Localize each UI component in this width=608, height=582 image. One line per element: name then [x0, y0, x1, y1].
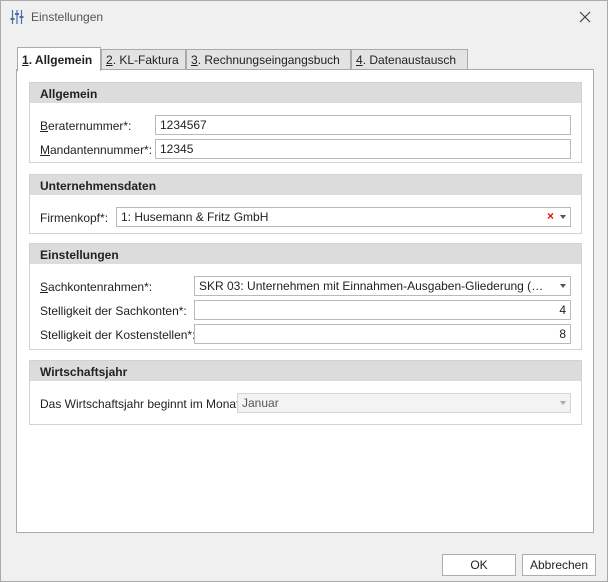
sachkontenrahmen-select[interactable]: SKR 03: Unternehmen mit Einnahmen-Ausgab… [194, 276, 571, 296]
wirtschaftsjahr-select: Januar [237, 393, 571, 413]
stellig-sach-label: Stelligkeit der Sachkonten*: [40, 304, 187, 318]
sliders-icon [10, 10, 24, 24]
mandant-label: Mandantennummer*: [40, 143, 153, 157]
firmenkopf-label: Firmenkopf*: [40, 211, 109, 225]
close-button[interactable] [573, 7, 597, 27]
group-einstellungen: Einstellungen Sachkontenrahmen*: SKR 03:… [29, 243, 582, 350]
chevron-down-icon[interactable] [560, 215, 566, 219]
group-allgemein: Allgemein Beraternummer*: 1234567 Mandan… [29, 82, 582, 163]
firmenkopf-select[interactable]: 1: Husemann & Fritz GmbH × [116, 207, 571, 227]
group-unternehmensdaten: Unternehmensdaten Firmenkopf*: 1: Husema… [29, 174, 582, 234]
berater-label: Beraternummer*: [40, 119, 132, 133]
tab-panel: Allgemein Beraternummer*: 1234567 Mandan… [16, 69, 594, 533]
group-header: Einstellungen [30, 244, 581, 264]
stellig-kost-input[interactable]: 8 [194, 324, 571, 344]
clear-x-icon[interactable]: × [547, 209, 554, 223]
stellig-kost-label: Stelligkeit der Kostenstellen*: [40, 328, 196, 342]
chevron-down-icon[interactable] [560, 284, 566, 288]
chevron-down-icon [560, 401, 566, 405]
tab-allgemein[interactable]: 1. Allgemein [17, 47, 101, 71]
cancel-button[interactable]: Abbrechen [522, 554, 596, 576]
berater-input[interactable]: 1234567 [155, 115, 571, 135]
sachkonten-label: Sachkontenrahmen*: [40, 280, 153, 294]
tab-datenaustausch[interactable]: 4. Datenaustausch [351, 49, 468, 70]
group-wirtschaftsjahr: Wirtschaftsjahr Das Wirtschaftsjahr begi… [29, 360, 582, 425]
settings-dialog: Einstellungen 1. Allgemein 2. KL-Faktura… [0, 0, 608, 582]
tab-rechnungseingangsbuch[interactable]: 3. Rechnungseingangsbuch [186, 49, 351, 70]
ok-button[interactable]: OK [442, 554, 516, 576]
mandant-input[interactable]: 12345 [155, 139, 571, 159]
title-bar: Einstellungen [1, 1, 607, 33]
wirtschaftsjahr-label: Das Wirtschaftsjahr beginnt im Monat: [40, 397, 243, 411]
stellig-sach-input[interactable]: 4 [194, 300, 571, 320]
group-header: Wirtschaftsjahr [30, 361, 581, 381]
tab-kl-faktura[interactable]: 2. KL-Faktura [101, 49, 186, 70]
group-header: Unternehmensdaten [30, 175, 581, 195]
group-header: Allgemein [30, 83, 581, 103]
close-icon [579, 11, 591, 23]
window-title: Einstellungen [31, 10, 104, 24]
